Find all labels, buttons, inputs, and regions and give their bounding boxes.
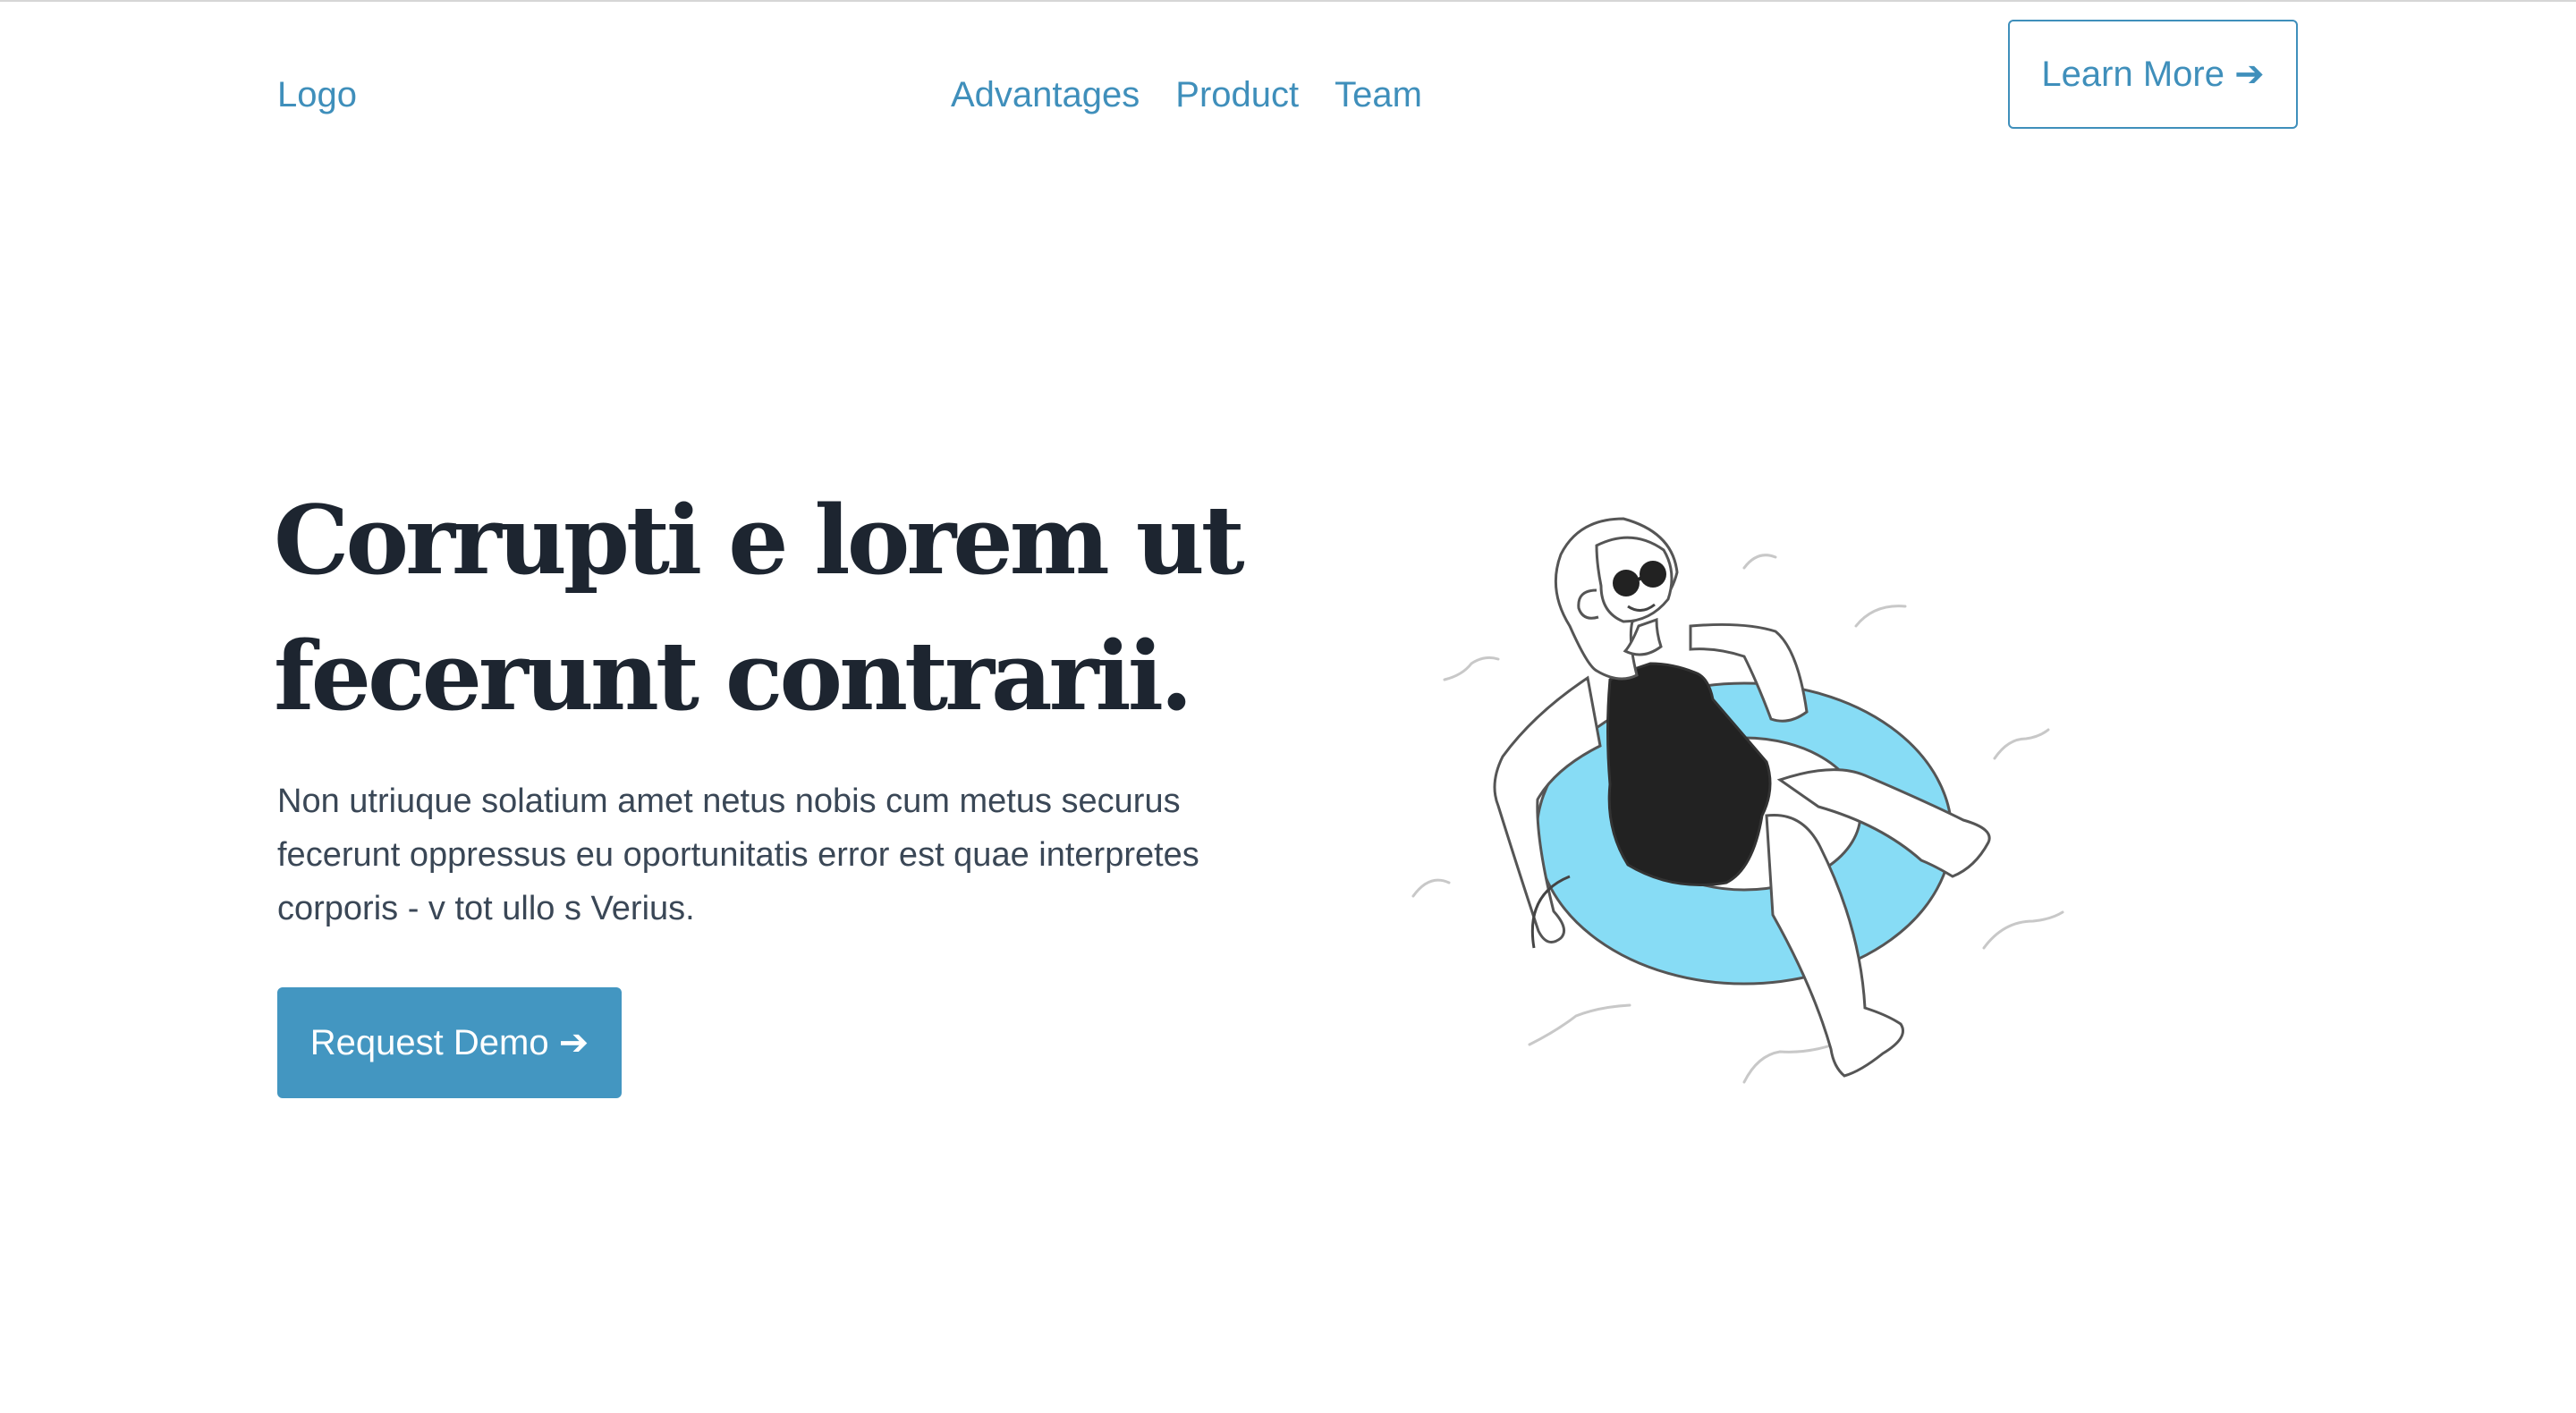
main-nav: Advantages Product Team [951, 73, 1458, 116]
hero-description: Non utriuque solatium amet netus nobis c… [277, 783, 1199, 927]
learn-more-button[interactable]: Learn More ➔ [2008, 20, 2298, 129]
logo-link[interactable]: Logo [277, 73, 357, 116]
ear [1577, 588, 1599, 620]
hero-title: Corrupti e lorem ut fecerunt contrarii. [274, 484, 1245, 732]
top-border [0, 0, 2576, 2]
woman-on-swim-ring-illustration [1411, 517, 2064, 1084]
nav-link-product[interactable]: Product [1175, 73, 1299, 116]
request-demo-button[interactable]: Request Demo ➔ [277, 987, 622, 1098]
nav-link-team[interactable]: Team [1335, 73, 1422, 116]
nav-link-advantages[interactable]: Advantages [951, 73, 1140, 116]
